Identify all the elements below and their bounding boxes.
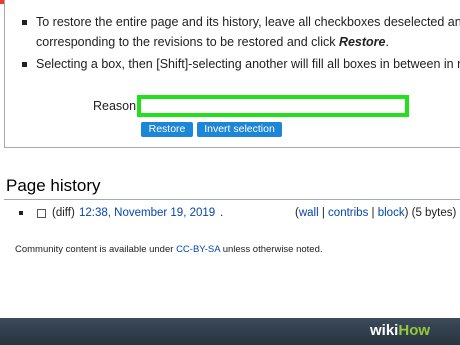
separator: . bbox=[220, 207, 224, 219]
instructions-list: To restore the entire page and its histo… bbox=[22, 12, 460, 76]
restore-emphasis: Restore bbox=[338, 35, 386, 49]
page-history-heading: Page history bbox=[6, 176, 101, 195]
instruction-text: . bbox=[385, 35, 389, 49]
revision-size: (5 bytes) bbox=[408, 207, 457, 219]
pipe-separator: | bbox=[368, 207, 378, 219]
instruction-item: To restore the entire page and its histo… bbox=[22, 12, 460, 52]
list-bullet bbox=[19, 211, 23, 215]
instruction-line: Selecting a box, then [Shift]-selecting … bbox=[36, 57, 460, 71]
revision-checkbox[interactable] bbox=[37, 209, 46, 218]
license-footer: Community content is available under CC-… bbox=[15, 244, 323, 255]
history-row: (diff) 12:38, November 19, 2019 . (wall … bbox=[0, 206, 460, 222]
contribs-link[interactable]: contribs bbox=[328, 207, 368, 219]
footer-text: Community content is available under bbox=[15, 244, 177, 255]
restore-button[interactable]: Restore bbox=[141, 122, 193, 137]
reason-label: Reason: bbox=[93, 99, 140, 113]
wall-link[interactable]: wall bbox=[299, 207, 319, 219]
instruction-line: To restore the entire page and its histo… bbox=[36, 15, 460, 29]
reason-input[interactable] bbox=[137, 95, 409, 117]
instruction-text: corresponding to the revisions to be res… bbox=[36, 35, 339, 49]
diff-label: (diff) bbox=[52, 207, 75, 219]
instruction-line: corresponding to the revisions to be res… bbox=[36, 32, 460, 52]
invert-selection-button[interactable]: Invert selection bbox=[197, 122, 282, 137]
pipe-separator: | bbox=[318, 207, 329, 219]
wikihow-watermark: wikiHow bbox=[370, 322, 430, 340]
watermark-how: How bbox=[398, 322, 431, 339]
user-tools: (wall | contribs | block) (5 bytes) bbox=[295, 207, 456, 219]
revision-date-link[interactable]: 12:38, November 19, 2019 bbox=[79, 207, 215, 219]
footer-text: unless otherwise noted. bbox=[220, 244, 323, 255]
instruction-item: Selecting a box, then [Shift]-selecting … bbox=[22, 54, 460, 74]
watermark-wiki: wiki bbox=[370, 322, 399, 339]
block-link[interactable]: block bbox=[378, 207, 405, 219]
license-link[interactable]: CC-BY-SA bbox=[176, 244, 220, 255]
heading-divider bbox=[4, 199, 460, 200]
